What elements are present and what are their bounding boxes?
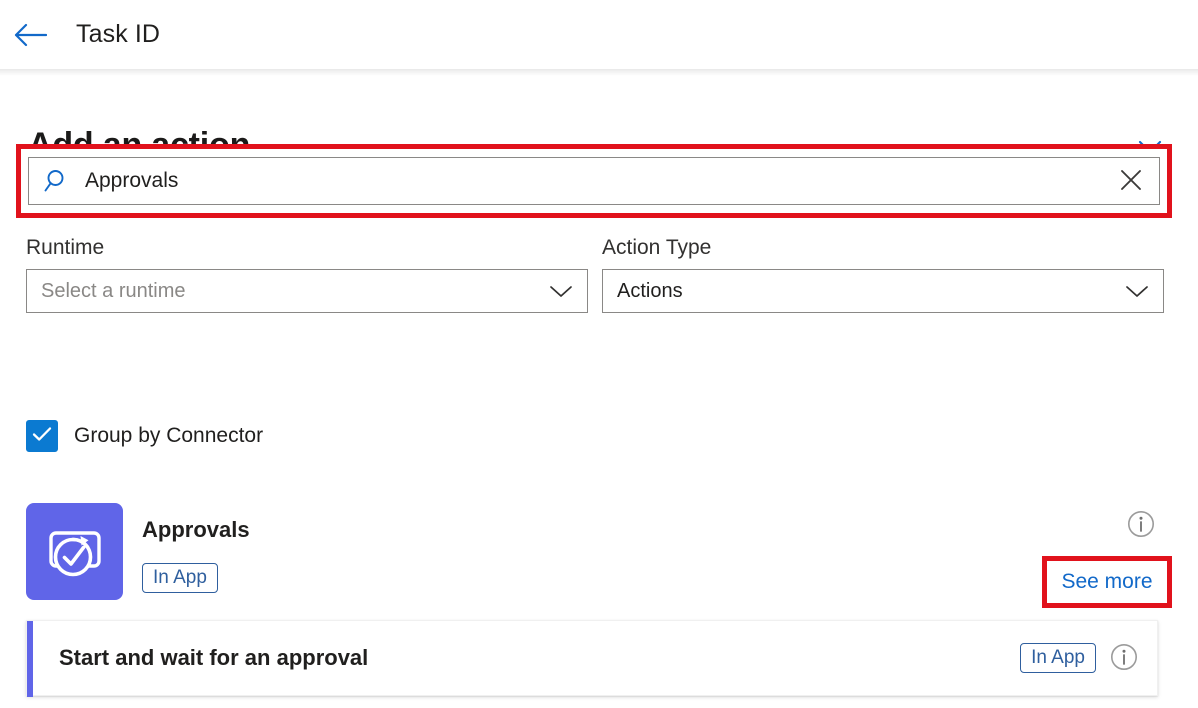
app-header: Task ID (0, 0, 1198, 70)
runtime-dropdown[interactable]: Select a runtime (26, 269, 588, 313)
checkmark-icon (31, 425, 53, 448)
see-more-link[interactable]: See more (1049, 563, 1165, 601)
clear-icon (1116, 165, 1146, 198)
page-title: Task ID (76, 20, 160, 49)
connector-info-button[interactable] (1126, 509, 1156, 542)
card-accent-bar (27, 621, 33, 697)
approvals-icon (26, 503, 123, 600)
checkbox-box[interactable] (26, 420, 58, 452)
action-type-value: Actions (617, 280, 683, 303)
action-title: Start and wait for an approval (59, 645, 368, 671)
connector-badge-wrapper: In App (142, 563, 218, 593)
filters-row: Runtime Select a runtime Action Type Act… (0, 236, 1198, 313)
search-input[interactable] (81, 169, 1101, 193)
status-badge: In App (142, 563, 218, 593)
connector-group-approvals: Approvals In App (26, 503, 1172, 603)
group-by-connector-checkbox[interactable]: Group by Connector (26, 420, 263, 452)
status-badge: In App (1020, 643, 1096, 673)
runtime-field: Runtime Select a runtime (26, 236, 588, 313)
action-card-right: In App (1020, 642, 1157, 675)
action-type-label: Action Type (602, 236, 1164, 260)
clear-search-button[interactable] (1111, 161, 1151, 201)
search-icon (43, 167, 71, 195)
runtime-value: Select a runtime (41, 280, 186, 303)
info-icon (1109, 642, 1139, 675)
search-field-container[interactable] (28, 157, 1160, 205)
chevron-down-icon (1124, 283, 1150, 299)
arrow-left-icon (13, 22, 47, 48)
action-card-start-and-wait[interactable]: Start and wait for an approval In App (26, 620, 1158, 696)
back-button[interactable] (0, 1, 60, 69)
action-type-field: Action Type Actions (602, 236, 1164, 313)
group-by-connector-label: Group by Connector (74, 424, 263, 448)
connector-name: Approvals (142, 517, 250, 543)
info-icon (1126, 527, 1156, 542)
action-type-dropdown[interactable]: Actions (602, 269, 1164, 313)
runtime-label: Runtime (26, 236, 588, 260)
action-info-button[interactable] (1109, 642, 1139, 675)
chevron-down-icon (548, 283, 574, 299)
